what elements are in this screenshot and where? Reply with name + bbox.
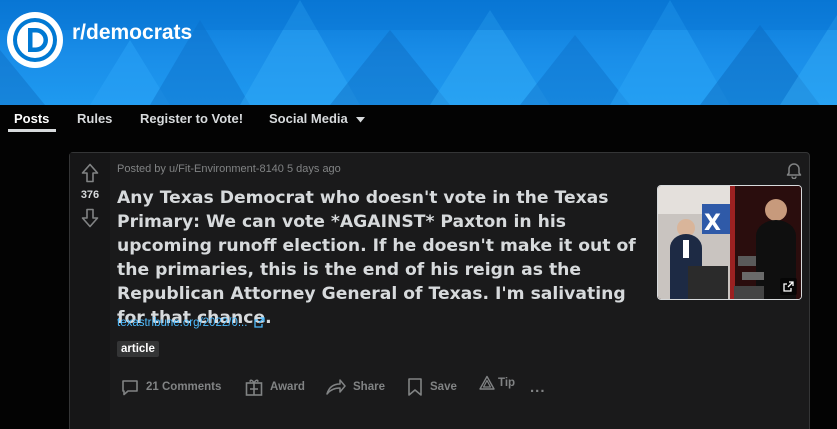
share-icon <box>326 379 346 395</box>
vote-score: 376 <box>80 189 100 201</box>
tip-label: Tip <box>498 377 516 389</box>
award-button[interactable]: Award <box>244 375 305 399</box>
post-flair[interactable]: article <box>117 341 159 357</box>
downvote-icon[interactable] <box>81 208 99 228</box>
nav-rules[interactable]: Rules <box>77 111 112 126</box>
thumbnail-external-link <box>780 278 797 295</box>
save-icon <box>408 378 422 396</box>
subreddit-name[interactable]: r/democrats <box>72 21 192 45</box>
post-thumbnail[interactable]: X <box>657 185 802 300</box>
subreddit-banner: r/democrats <box>0 0 837 105</box>
post-title[interactable]: Any Texas Democrat who doesn't vote in t… <box>117 186 647 330</box>
award-icon <box>245 379 263 396</box>
subreddit-logo[interactable] <box>7 12 63 68</box>
vote-column: 376 <box>70 153 110 429</box>
bell-icon[interactable] <box>785 161 803 179</box>
post-meta[interactable]: Posted by u/Fit-Environment-8140 5 days … <box>117 163 341 175</box>
nav-social-media-label: Social Media <box>269 111 348 126</box>
subreddit-nav: Posts Rules Register to Vote! Social Med… <box>0 105 837 134</box>
upvote-icon[interactable] <box>81 163 99 183</box>
post-link[interactable]: texastribune.org/2022/0... <box>117 317 265 329</box>
external-link-icon <box>253 317 265 328</box>
comments-button[interactable]: 21 Comments <box>120 375 221 399</box>
more-options-label: ... <box>530 378 546 396</box>
nav-active-indicator <box>8 129 56 132</box>
svg-text:X: X <box>704 211 721 236</box>
nav-posts[interactable]: Posts <box>14 111 49 126</box>
share-label: Share <box>353 381 385 393</box>
tip-button[interactable]: Tip <box>479 371 515 395</box>
save-label: Save <box>430 381 457 393</box>
democrats-logo-icon <box>13 18 57 62</box>
nav-social-media[interactable]: Social Media <box>269 111 366 126</box>
post-link-text: texastribune.org/2022/0... <box>117 317 248 329</box>
post-card[interactable]: 376 Posted by u/Fit-Environment-8140 5 d… <box>69 152 810 429</box>
chevron-down-icon <box>356 116 366 123</box>
banner-pattern <box>0 0 837 105</box>
nav-register-to-vote[interactable]: Register to Vote! <box>140 111 243 126</box>
award-label: Award <box>270 381 305 393</box>
external-link-icon <box>783 281 794 292</box>
comment-icon <box>122 380 138 396</box>
comments-label: 21 Comments <box>146 381 222 393</box>
more-options-button[interactable]: ... <box>530 375 546 399</box>
tip-icon <box>479 375 495 390</box>
share-button[interactable]: Share <box>325 375 385 399</box>
save-button[interactable]: Save <box>406 375 457 399</box>
